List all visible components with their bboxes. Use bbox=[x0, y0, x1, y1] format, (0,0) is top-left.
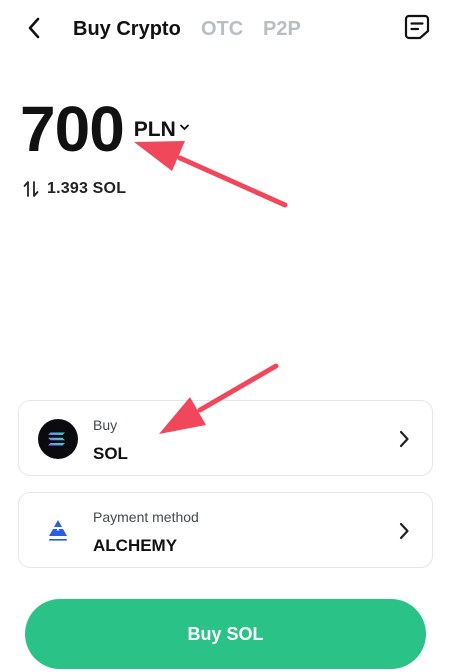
buy-asset-value: SOL bbox=[93, 444, 128, 463]
orders-list-icon bbox=[404, 14, 430, 40]
currency-label: PLN bbox=[133, 118, 176, 141]
header: Buy Crypto OTC P2P bbox=[0, 0, 450, 58]
chevron-left-icon bbox=[28, 17, 40, 39]
amount-input[interactable]: 700 bbox=[20, 94, 125, 164]
chevron-right-icon bbox=[399, 522, 409, 540]
back-button[interactable] bbox=[22, 14, 46, 42]
buy-label: Buy bbox=[93, 417, 118, 433]
solana-logo-icon bbox=[38, 419, 78, 459]
chevron-right-icon bbox=[399, 430, 409, 448]
buy-sol-button[interactable]: Buy SOL bbox=[25, 599, 426, 669]
payment-method-value: ALCHEMY bbox=[93, 536, 178, 555]
payment-method-label: Payment method bbox=[93, 509, 199, 525]
swap-vertical-icon bbox=[23, 181, 39, 197]
buy-crypto-screen: Buy Crypto OTC P2P 700 PLN 1.393 SOL Buy… bbox=[0, 0, 450, 672]
tab-otc[interactable]: OTC bbox=[201, 16, 243, 42]
orders-button[interactable] bbox=[404, 13, 430, 41]
chevron-down-icon bbox=[179, 124, 189, 130]
tab-p2p[interactable]: P2P bbox=[263, 16, 301, 42]
payment-method-selector[interactable]: Payment method ALCHEMY bbox=[18, 492, 433, 568]
buy-asset-selector[interactable]: Buy SOL bbox=[18, 400, 433, 476]
alchemy-pay-logo-icon bbox=[49, 520, 67, 541]
converted-amount: 1.393 SOL bbox=[47, 180, 127, 197]
converted-amount-row[interactable]: 1.393 SOL bbox=[23, 178, 126, 200]
tab-buy-crypto[interactable]: Buy Crypto bbox=[73, 16, 181, 42]
currency-selector[interactable]: PLN bbox=[134, 118, 189, 142]
amount-row: 700 PLN bbox=[20, 88, 189, 164]
